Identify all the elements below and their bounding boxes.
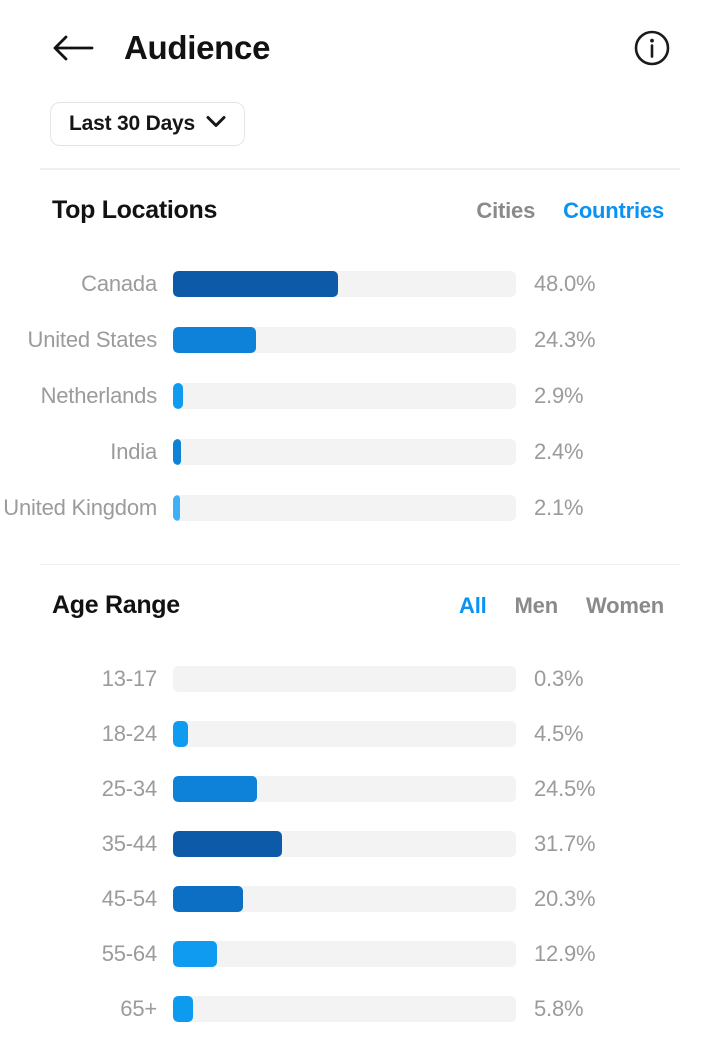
arrow-left-icon xyxy=(52,33,94,63)
bar-row-label: 65+ xyxy=(120,995,157,1021)
bar-row-label: United Kingdom xyxy=(3,494,157,520)
tab-cities[interactable]: Cities xyxy=(476,198,535,224)
bar-row: United States 24.3% xyxy=(0,312,720,368)
bar-row-label: Canada xyxy=(81,270,157,296)
bar-row: Netherlands 2.9% xyxy=(0,368,720,424)
spacer-locations-bottom xyxy=(0,536,720,564)
bar-row-value: 2.4% xyxy=(534,438,584,464)
bar-track xyxy=(173,775,516,802)
bar-track xyxy=(173,438,516,465)
spacer-age-top xyxy=(0,565,720,591)
info-button[interactable] xyxy=(630,26,674,70)
bar-track xyxy=(173,940,516,967)
bar-row: United Kingdom 2.1% xyxy=(0,480,720,536)
bar-row-label: India xyxy=(110,438,157,464)
date-range-dropdown[interactable]: Last 30 Days xyxy=(50,102,246,146)
bar-row: 45-54 20.3% xyxy=(0,871,720,926)
back-button[interactable] xyxy=(50,25,96,71)
bar-row-value: 0.3% xyxy=(534,665,584,691)
bar-row-label: 13-17 xyxy=(101,665,157,691)
bar-row-value: 2.9% xyxy=(534,382,584,408)
bar-row-label: United States xyxy=(27,326,158,352)
bar-fill xyxy=(173,494,181,521)
bar-row: 18-24 4.5% xyxy=(0,706,720,761)
bar-track xyxy=(173,382,516,409)
tab-women[interactable]: Women xyxy=(586,593,664,619)
bar-fill xyxy=(173,940,218,967)
bar-row-value: 48.0% xyxy=(534,270,596,296)
tab-men[interactable]: Men xyxy=(515,593,559,619)
top-locations-tabs: Cities Countries xyxy=(476,198,664,224)
filter-row: Last 30 Days xyxy=(0,96,720,168)
spacer-age-rows xyxy=(0,639,720,651)
bar-row-label: 55-64 xyxy=(101,940,157,966)
bar-track xyxy=(173,665,516,692)
bar-row-label: 45-54 xyxy=(101,885,157,911)
page-title: Audience xyxy=(124,29,271,66)
top-locations-chart: Canada 48.0% United States 24.3% Netherlands… xyxy=(0,256,720,536)
tab-countries[interactable]: Countries xyxy=(563,198,664,224)
bar-row: 55-64 12.9% xyxy=(0,926,720,981)
bar-fill xyxy=(173,438,182,465)
bar-track xyxy=(173,494,516,521)
bar-fill xyxy=(173,382,183,409)
bar-row-label: 25-34 xyxy=(101,775,157,801)
bar-fill xyxy=(173,885,243,912)
bar-row-value: 2.1% xyxy=(534,494,584,520)
bar-row-value: 24.5% xyxy=(534,775,596,801)
age-range-tabs: All Men Women xyxy=(459,593,664,619)
bar-row: 13-17 0.3% xyxy=(0,651,720,706)
bar-row-value: 31.7% xyxy=(534,830,596,856)
bar-fill xyxy=(173,830,282,857)
bar-row-value: 24.3% xyxy=(534,326,596,352)
spacer-locations-top xyxy=(0,170,720,196)
bar-row-value: 5.8% xyxy=(534,995,584,1021)
info-circle-icon xyxy=(633,29,671,67)
bar-fill xyxy=(173,775,258,802)
top-locations-header: Top Locations Cities Countries xyxy=(0,196,720,244)
bar-track xyxy=(173,830,516,857)
bar-row: 65+ 5.8% xyxy=(0,981,720,1036)
section-title-top-locations: Top Locations xyxy=(52,195,218,224)
date-range-label: Last 30 Days xyxy=(69,112,196,135)
bar-row-value: 12.9% xyxy=(534,940,596,966)
bar-row: 25-34 24.5% xyxy=(0,761,720,816)
bar-row-value: 4.5% xyxy=(534,720,584,746)
bar-track xyxy=(173,995,516,1022)
bar-track xyxy=(173,270,516,297)
bar-fill xyxy=(173,270,338,297)
bar-fill xyxy=(173,995,193,1022)
age-range-chart: 13-17 0.3% 18-24 4.5% 25-34 24.5% 35-44 31.7% 45… xyxy=(0,651,720,1036)
bar-row: India 2.4% xyxy=(0,424,720,480)
bar-row-label: 35-44 xyxy=(101,830,157,856)
bar-row-label: 18-24 xyxy=(101,720,157,746)
tab-all[interactable]: All xyxy=(459,593,487,619)
audience-insights-screen: Audience Last 30 Days Top Locations Citi… xyxy=(0,0,720,1048)
app-header: Audience xyxy=(0,0,720,96)
section-title-age-range: Age Range xyxy=(52,591,180,619)
age-range-header: Age Range All Men Women xyxy=(0,591,720,639)
bar-fill xyxy=(173,720,189,747)
bar-row-value: 20.3% xyxy=(534,885,596,911)
bar-fill xyxy=(173,326,257,353)
bar-track xyxy=(173,885,516,912)
bar-track xyxy=(173,326,516,353)
bar-row: 35-44 31.7% xyxy=(0,816,720,871)
chevron-down-icon xyxy=(206,115,226,133)
spacer-locations-rows xyxy=(0,244,720,256)
bar-track xyxy=(173,720,516,747)
bar-row-label: Netherlands xyxy=(40,382,158,408)
bar-row: Canada 48.0% xyxy=(0,256,720,312)
